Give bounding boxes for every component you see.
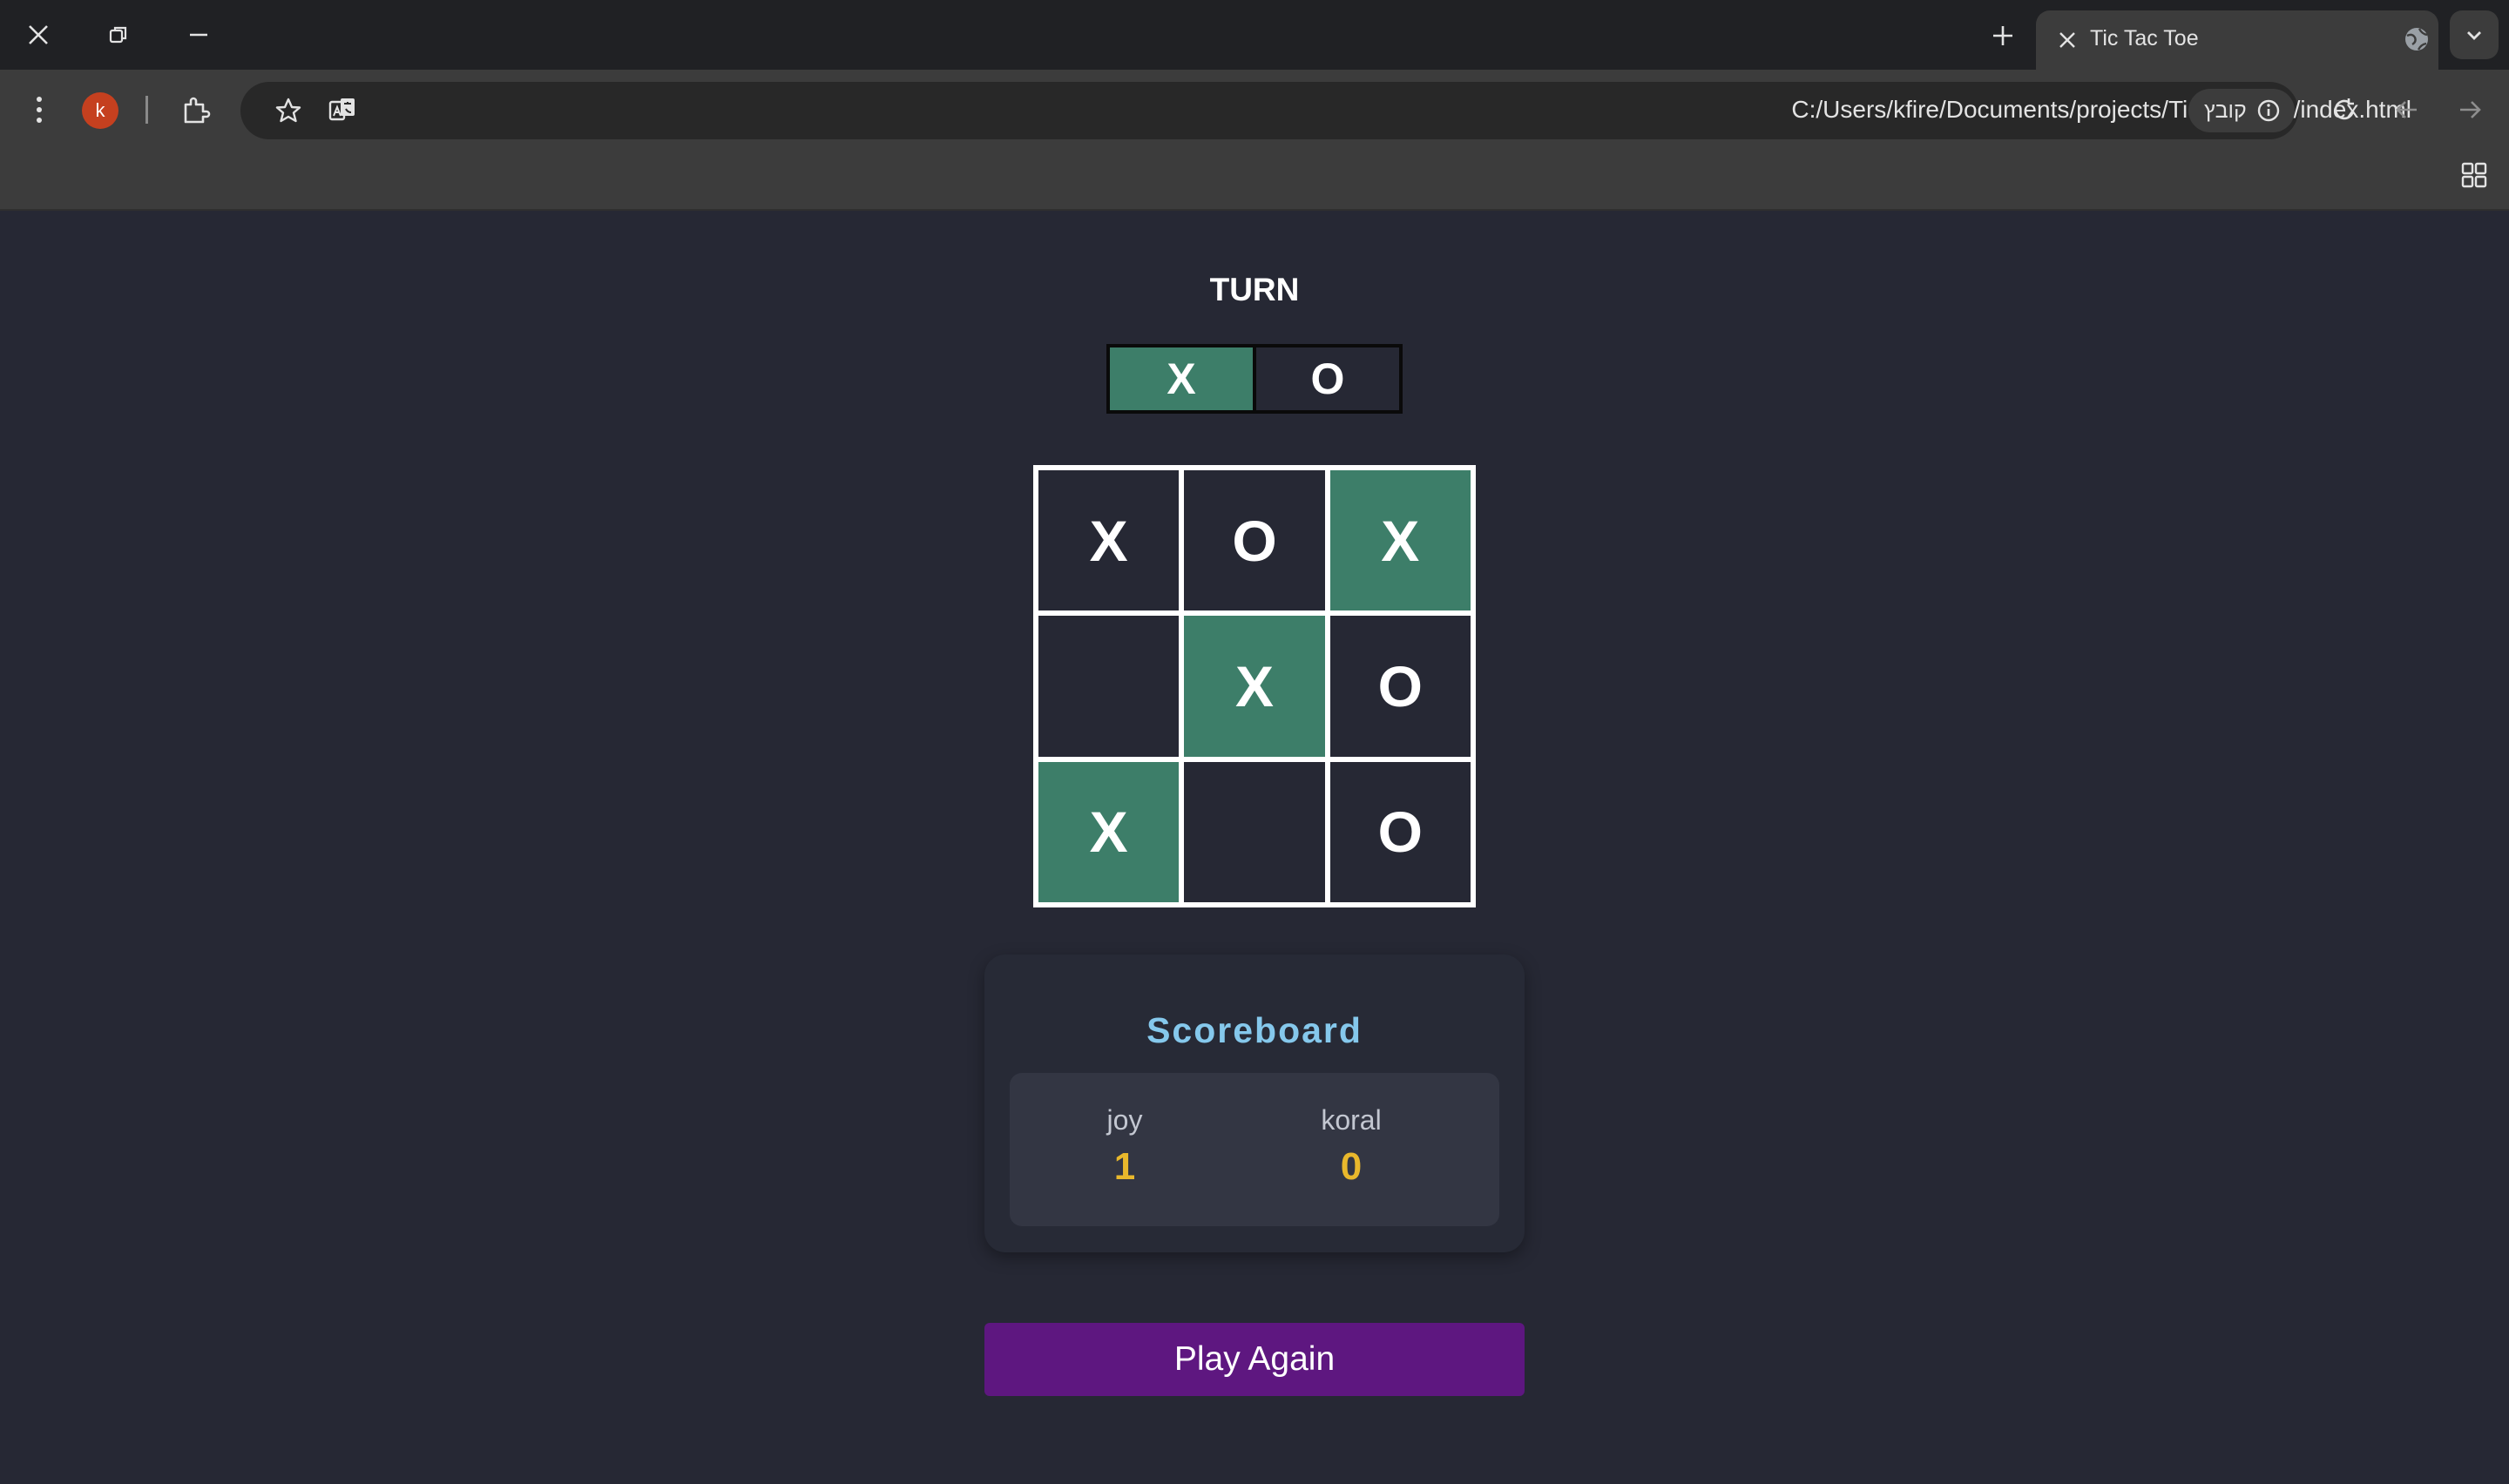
profile-initial: k <box>95 99 105 121</box>
window-minimize-icon[interactable] <box>172 12 225 57</box>
window-restore-icon[interactable] <box>92 12 145 57</box>
board-cell[interactable]: X <box>1038 470 1180 611</box>
turn-x: X <box>1110 347 1253 410</box>
browser-tab[interactable]: Tic Tac Toe <box>2036 10 2438 70</box>
turn-o: O <box>1253 347 1399 410</box>
scoreboard-card: Scoreboard joy 1 koral 0 <box>984 954 1525 1252</box>
board-cell[interactable]: O <box>1329 761 1471 902</box>
toolbar-divider <box>145 96 148 124</box>
apps-grid-icon[interactable] <box>2452 153 2496 197</box>
back-arrow-icon[interactable] <box>2385 88 2429 132</box>
player-score: 0 <box>1340 1145 1363 1188</box>
bookmark-star-icon[interactable] <box>267 89 310 132</box>
game-board: X O X X O X O <box>1033 465 1476 907</box>
player-score-koral: koral 0 <box>1264 1104 1438 1189</box>
address-bar[interactable]: C:/Users/kfire/Documents/projects/Tic-Ta… <box>240 82 2411 139</box>
translate-icon[interactable] <box>321 89 364 132</box>
site-info-chip[interactable]: קובץ <box>2188 89 2295 132</box>
board-cell[interactable]: X <box>1329 470 1471 611</box>
board-cell[interactable] <box>1038 616 1180 757</box>
player-name: joy <box>1106 1104 1143 1136</box>
scoreboard-panel: joy 1 koral 0 <box>1010 1073 1499 1226</box>
board-cell[interactable]: X <box>1184 616 1325 757</box>
board-cell[interactable]: X <box>1038 761 1180 902</box>
extensions-icon[interactable] <box>174 88 218 132</box>
player-name: koral <box>1321 1104 1382 1136</box>
scoreboard-title: Scoreboard <box>1146 1010 1363 1050</box>
turn-title: TURN <box>1209 272 1300 307</box>
forward-arrow-icon[interactable] <box>2448 88 2492 132</box>
player-score: 1 <box>1113 1145 1136 1188</box>
board-cell[interactable] <box>1184 761 1325 902</box>
board-cell[interactable]: O <box>1184 470 1325 611</box>
tab-title: Tic Tac Toe <box>2090 26 2199 51</box>
globe-icon <box>2398 21 2435 57</box>
tab-close-icon[interactable] <box>2050 23 2085 57</box>
new-tab-icon[interactable] <box>1981 14 2025 57</box>
site-info-label: קובץ <box>2204 98 2247 123</box>
browser-menu-icon[interactable] <box>17 88 61 132</box>
profile-avatar[interactable]: k <box>82 92 118 129</box>
play-again-button[interactable]: Play Again <box>984 1323 1525 1396</box>
tab-search-icon[interactable] <box>2450 10 2499 59</box>
player-score-joy: joy 1 <box>1038 1104 1212 1189</box>
turn-indicator: X O <box>1106 344 1403 414</box>
reload-icon[interactable] <box>2323 88 2366 132</box>
window-close-icon[interactable] <box>12 12 64 57</box>
tab-strip: Tic Tac Toe <box>0 0 2509 70</box>
board-cell[interactable]: O <box>1329 616 1471 757</box>
info-icon <box>2256 98 2281 123</box>
